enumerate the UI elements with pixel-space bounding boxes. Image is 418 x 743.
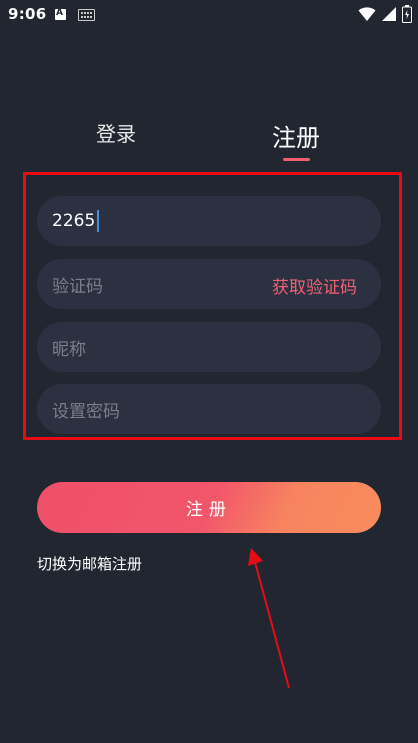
- annotation-arrow: [248, 548, 290, 689]
